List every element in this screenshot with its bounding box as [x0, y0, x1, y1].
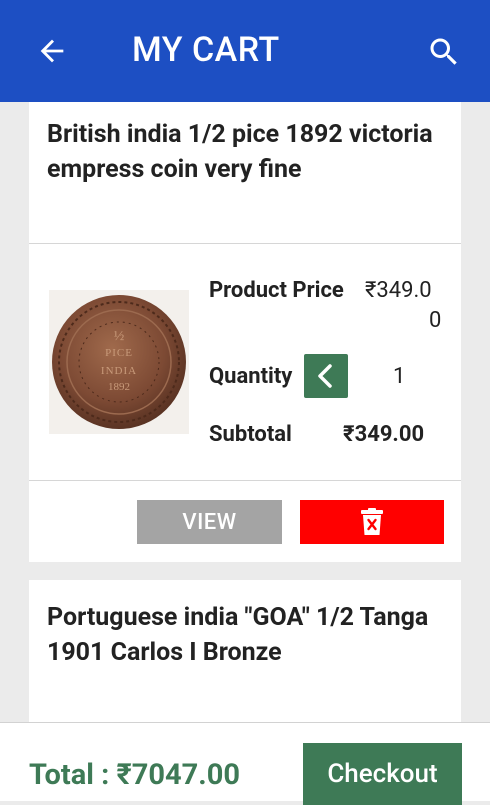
chevron-left-icon: [318, 364, 332, 388]
subtotal-value: ₹349.00: [343, 422, 425, 447]
arrow-left-icon[interactable]: [35, 34, 69, 68]
trash-icon: [361, 508, 383, 535]
product-price-value: ₹349.0: [365, 278, 432, 303]
svg-text:½: ½: [114, 329, 125, 344]
product-title[interactable]: British india 1/2 pice 1892 victoria emp…: [47, 117, 457, 187]
page-title: MY CART: [132, 30, 280, 70]
search-icon[interactable]: [426, 34, 462, 70]
svg-text:PICE: PICE: [105, 347, 133, 359]
quantity-label: Quantity: [209, 364, 293, 389]
coin-thumbnail[interactable]: ½ PICE INDIA 1892: [49, 290, 189, 434]
product-title[interactable]: Portuguese india "GOA" 1/2 Tanga 1901 Ca…: [47, 600, 457, 670]
svg-text:INDIA: INDIA: [101, 365, 137, 377]
cart-item-card: British india 1/2 pice 1892 victoria emp…: [29, 102, 461, 562]
quantity-value: 1: [393, 364, 406, 389]
view-button[interactable]: VIEW: [137, 500, 282, 544]
cart-list[interactable]: British india 1/2 pice 1892 victoria emp…: [0, 102, 490, 722]
divider: [29, 480, 461, 481]
app-bar: MY CART: [0, 0, 490, 102]
delete-button[interactable]: [300, 500, 444, 544]
cart-item-card: Portuguese india "GOA" 1/2 Tanga 1901 Ca…: [29, 580, 461, 722]
subtotal-label: Subtotal: [209, 422, 292, 447]
svg-text:1892: 1892: [108, 381, 130, 393]
cart-total: Total : ₹7047.00: [29, 758, 240, 792]
product-price-label: Product Price: [209, 278, 344, 303]
checkout-button[interactable]: Checkout: [303, 743, 462, 805]
divider: [29, 243, 461, 244]
product-price-value-wrap: 0: [429, 308, 442, 333]
checkout-bar: Total : ₹7047.00 Checkout: [0, 722, 490, 805]
decrease-quantity-button[interactable]: [304, 354, 348, 398]
